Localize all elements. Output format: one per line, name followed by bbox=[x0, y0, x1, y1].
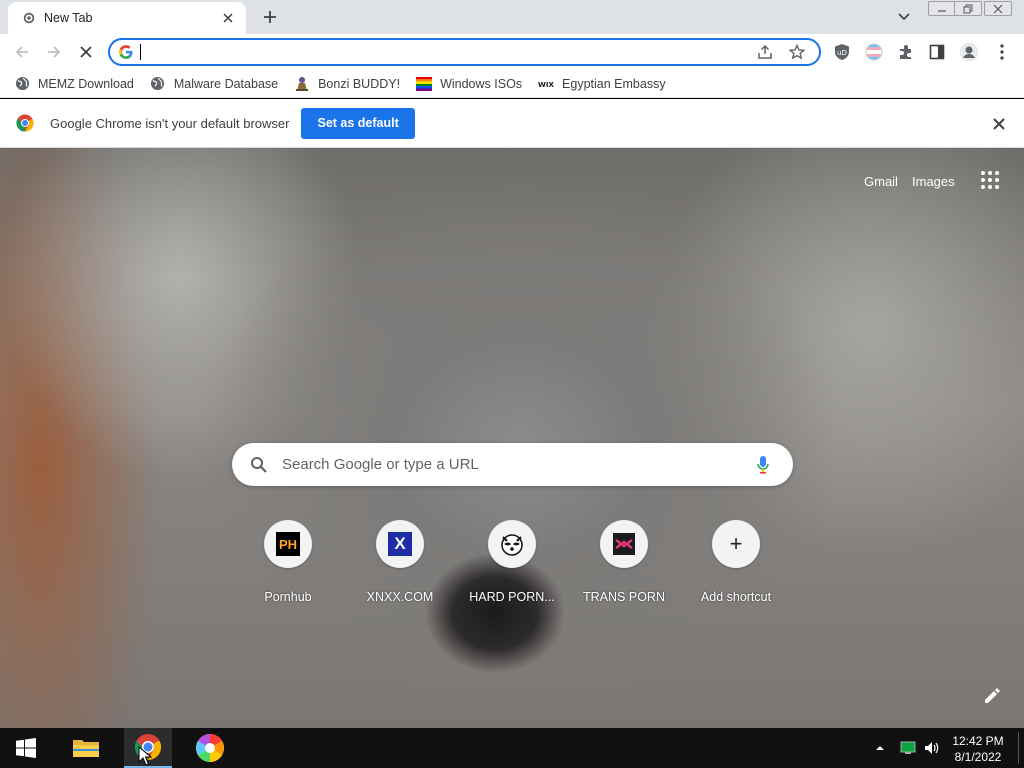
shortcut-favicon bbox=[488, 520, 536, 568]
pinwheel-icon bbox=[196, 734, 224, 762]
plus-icon: + bbox=[712, 520, 760, 568]
bookmarks-bar: MEMZ Download Malware Database Bonzi BUD… bbox=[0, 70, 1024, 98]
shortcut-label: Pornhub bbox=[264, 590, 312, 604]
tab-close-icon[interactable] bbox=[220, 10, 236, 26]
shortcut-label: Add shortcut bbox=[700, 590, 772, 604]
chrome-newtab-icon bbox=[23, 12, 35, 24]
gmail-link[interactable]: Gmail bbox=[864, 174, 898, 189]
profile-avatar-icon[interactable] bbox=[958, 41, 980, 63]
bookmark-malware-database[interactable]: Malware Database bbox=[150, 73, 278, 95]
bookmark-memz-download[interactable]: MEMZ Download bbox=[14, 73, 134, 95]
tab-strip: New Tab bbox=[0, 0, 1024, 34]
shortcut-favicon: PH bbox=[264, 520, 312, 568]
svg-text:uD: uD bbox=[837, 49, 847, 57]
taskbar-clock[interactable]: 12:42 PM 8/1/2022 bbox=[948, 733, 1008, 765]
text-caret bbox=[140, 44, 141, 60]
default-browser-infobar: Google Chrome isn't your default browser… bbox=[0, 99, 1024, 148]
minimize-button[interactable] bbox=[928, 1, 956, 16]
ublock-origin-icon[interactable]: uD bbox=[831, 41, 853, 63]
windows-logo-icon bbox=[16, 738, 36, 758]
stop-loading-button[interactable] bbox=[74, 40, 98, 64]
tab-search-chevron-down-icon[interactable] bbox=[894, 8, 914, 26]
bookmark-bonzi-buddy[interactable]: Bonzi BUDDY! bbox=[294, 73, 400, 95]
colorful-app-taskbar-button[interactable] bbox=[186, 728, 234, 768]
volume-icon[interactable] bbox=[920, 728, 944, 768]
tab-title: New Tab bbox=[44, 11, 93, 25]
bonzi-icon bbox=[294, 76, 310, 92]
globe-icon bbox=[14, 76, 30, 92]
start-button[interactable] bbox=[2, 728, 50, 768]
add-shortcut-button[interactable]: + Add shortcut bbox=[680, 520, 792, 610]
clock-date: 8/1/2022 bbox=[954, 750, 1002, 764]
bookmark-star-icon[interactable] bbox=[787, 42, 807, 62]
search-icon bbox=[251, 456, 267, 473]
show-desktop-divider[interactable] bbox=[1018, 732, 1019, 764]
svg-text:WIX: WIX bbox=[538, 80, 554, 89]
back-button[interactable] bbox=[10, 40, 34, 64]
google-apps-icon[interactable] bbox=[980, 170, 1000, 190]
trans-flag-extension-icon[interactable] bbox=[863, 41, 885, 63]
microphone-icon[interactable] bbox=[753, 455, 773, 475]
window-close-button[interactable] bbox=[984, 1, 1012, 16]
tab-new-tab[interactable]: New Tab bbox=[8, 2, 246, 34]
shortcut-favicon: X bbox=[376, 520, 424, 568]
file-explorer-taskbar-button[interactable] bbox=[62, 728, 110, 768]
images-link[interactable]: Images bbox=[912, 174, 955, 189]
windows-taskbar: 12:42 PM 8/1/2022 bbox=[0, 728, 1024, 768]
shortcut-favicon bbox=[600, 520, 648, 568]
bookmark-windows-isos[interactable]: Windows ISOs bbox=[416, 73, 522, 95]
toolbar: uD bbox=[0, 34, 1024, 70]
mouse-cursor-icon bbox=[138, 746, 152, 766]
windows-flag-icon bbox=[416, 76, 433, 92]
restore-button[interactable] bbox=[954, 1, 982, 16]
pink-logo-icon bbox=[613, 533, 635, 555]
omnibox[interactable] bbox=[108, 38, 821, 66]
set-as-default-button[interactable]: Set as default bbox=[301, 107, 415, 139]
wix-icon: WIX bbox=[538, 76, 554, 92]
ntp-search-box[interactable]: Search Google or type a URL bbox=[232, 443, 793, 486]
forward-button[interactable] bbox=[42, 40, 66, 64]
infobar-message: Google Chrome isn't your default browser bbox=[50, 115, 290, 131]
raccoon-face-icon bbox=[501, 534, 523, 556]
share-icon[interactable] bbox=[755, 42, 775, 62]
shortcut-label: TRANS PORN bbox=[583, 590, 665, 604]
shortcut-label: HARD PORN... bbox=[469, 590, 555, 604]
network-icon[interactable] bbox=[896, 728, 920, 768]
extensions-puzzle-icon[interactable] bbox=[895, 41, 917, 63]
google-g-icon bbox=[119, 45, 133, 59]
side-panel-icon[interactable] bbox=[926, 41, 948, 63]
menu-kebab-icon[interactable] bbox=[991, 41, 1013, 63]
new-tab-button[interactable] bbox=[258, 6, 282, 28]
clock-time: 12:42 PM bbox=[952, 734, 1004, 748]
address-input[interactable] bbox=[149, 42, 755, 62]
shortcut-tile[interactable]: PH Pornhub bbox=[232, 520, 344, 610]
shortcut-tile[interactable]: TRANS PORN bbox=[568, 520, 680, 610]
shortcut-tile[interactable]: HARD PORN... bbox=[456, 520, 568, 610]
chrome-logo-icon bbox=[16, 114, 34, 132]
customize-pencil-icon[interactable] bbox=[982, 686, 1002, 706]
shortcut-tile[interactable]: X XNXX.COM bbox=[344, 520, 456, 610]
globe-icon bbox=[150, 76, 166, 92]
bookmark-egyptian-embassy[interactable]: WIX Egyptian Embassy bbox=[538, 73, 666, 95]
new-tab-page: Gmail Images Search Google or type a URL… bbox=[0, 148, 1024, 728]
infobar-close-icon[interactable] bbox=[990, 115, 1008, 133]
folder-icon bbox=[73, 740, 99, 757]
search-placeholder: Search Google or type a URL bbox=[282, 456, 479, 473]
shortcut-label: XNXX.COM bbox=[366, 590, 434, 604]
